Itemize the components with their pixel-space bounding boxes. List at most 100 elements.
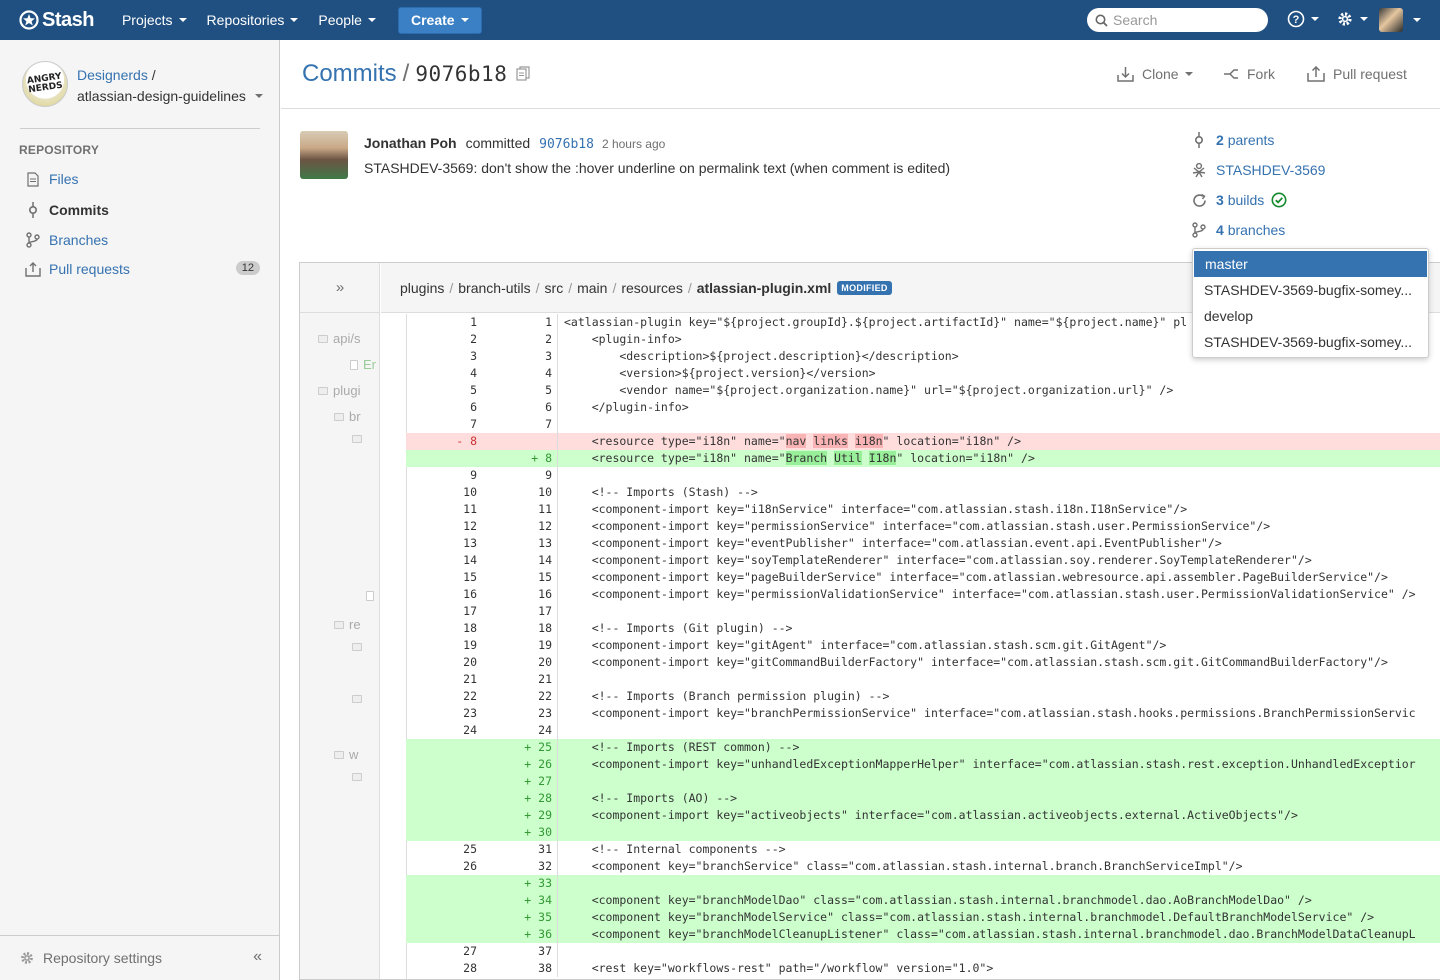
search-input[interactable]: Search bbox=[1087, 8, 1268, 32]
old-line-number[interactable]: 1 bbox=[406, 314, 477, 331]
old-line-number[interactable]: 22 bbox=[406, 688, 477, 705]
diff-line-context[interactable]: 66 </plugin-info> bbox=[406, 399, 1440, 416]
old-line-number[interactable]: 26 bbox=[406, 858, 477, 875]
new-line-number[interactable]: + 33 bbox=[482, 875, 552, 892]
old-line-number[interactable]: 9 bbox=[406, 467, 477, 484]
old-line-number[interactable]: 5 bbox=[406, 382, 477, 399]
diff-line-added[interactable]: + 28 <!-- Imports (AO) --> bbox=[406, 790, 1440, 807]
new-line-number[interactable]: + 27 bbox=[482, 773, 552, 790]
tree-folder[interactable] bbox=[352, 643, 367, 651]
diff-line-context[interactable]: 27 37 bbox=[406, 943, 1440, 960]
diff-line-context[interactable]: 23 23 <component-import key="branchPermis… bbox=[406, 705, 1440, 722]
diff-line-context[interactable]: 99 bbox=[406, 467, 1440, 484]
expand-file-tree-button[interactable]: » bbox=[300, 263, 380, 313]
new-line-number[interactable]: 37 bbox=[482, 943, 552, 960]
new-line-number[interactable]: + 30 bbox=[482, 824, 552, 841]
old-line-number[interactable]: 23 bbox=[406, 705, 477, 722]
old-line-number[interactable]: 2 bbox=[406, 331, 477, 348]
tree-folder-plugins[interactable]: plugi bbox=[318, 383, 360, 398]
author-name[interactable]: Jonathan Poh bbox=[364, 135, 457, 151]
new-line-number[interactable]: + 36 bbox=[482, 926, 552, 943]
nav-repositories[interactable]: Repositories bbox=[197, 0, 309, 40]
new-line-number[interactable]: 2 bbox=[482, 331, 552, 348]
diff-line-context[interactable]: 16 16 <component-import key="permissionVa… bbox=[406, 586, 1440, 603]
diff-line-context[interactable]: 22 22 <!-- Imports (Branch permission plu… bbox=[406, 688, 1440, 705]
old-line-number[interactable]: 17 bbox=[406, 603, 477, 620]
diff-line-added[interactable]: + 35 <component key="branchModelService"… bbox=[406, 909, 1440, 926]
jira-issue-link[interactable]: STASHDEV-3569 bbox=[1190, 160, 1430, 180]
copy-icon[interactable] bbox=[516, 60, 530, 88]
diff-line-context[interactable]: 18 18 <!-- Imports (Git plugin) --> bbox=[406, 620, 1440, 637]
builds-link[interactable]: 3 builds bbox=[1190, 190, 1430, 210]
new-line-number[interactable]: 11 bbox=[482, 501, 552, 518]
new-line-number[interactable]: 1 bbox=[482, 314, 552, 331]
diff-line-added[interactable]: + 25 <!-- Imports (REST common) --> bbox=[406, 739, 1440, 756]
sidebar-item-pull-requests[interactable]: Pull requests 12 bbox=[23, 258, 263, 280]
repository-selector[interactable]: atlassian-design-guidelines bbox=[77, 88, 263, 104]
new-line-number[interactable]: 9 bbox=[482, 467, 552, 484]
old-line-number[interactable]: 14 bbox=[406, 552, 477, 569]
old-line-number[interactable]: 15 bbox=[406, 569, 477, 586]
project-avatar[interactable]: ANGRY NERDS bbox=[22, 61, 68, 107]
diff-line-context[interactable]: 24 24 bbox=[406, 722, 1440, 739]
new-line-number[interactable]: 13 bbox=[482, 535, 552, 552]
diff-line-added[interactable]: + 36 <component key="branchModelCleanupL… bbox=[406, 926, 1440, 943]
diff-line-context[interactable]: 15 15 <component-import key="pageBuilderS… bbox=[406, 569, 1440, 586]
new-line-number[interactable]: 19 bbox=[482, 637, 552, 654]
diff-line-context[interactable]: 17 17 bbox=[406, 603, 1440, 620]
branch-option-master[interactable]: master bbox=[1194, 251, 1427, 277]
old-line-number[interactable]: 7 bbox=[406, 416, 477, 433]
diff-line-added[interactable]: + 8 <resource type="i18n" name="Branch U… bbox=[406, 450, 1440, 467]
new-line-number[interactable]: 24 bbox=[482, 722, 552, 739]
old-line-number[interactable]: 4 bbox=[406, 365, 477, 382]
diff-line-context[interactable]: 11 11 <component-import key="i18nService"… bbox=[406, 501, 1440, 518]
path-segment[interactable]: src bbox=[545, 280, 564, 296]
diff-line-context[interactable]: 14 14 <component-import key="soyTemplateR… bbox=[406, 552, 1440, 569]
tree-folder-web[interactable]: w bbox=[334, 747, 358, 762]
author-avatar[interactable] bbox=[300, 131, 348, 179]
new-line-number[interactable]: 16 bbox=[482, 586, 552, 603]
branch-option-develop[interactable]: develop bbox=[1193, 303, 1428, 329]
new-line-number[interactable]: 12 bbox=[482, 518, 552, 535]
new-line-number[interactable]: + 34 bbox=[482, 892, 552, 909]
new-line-number[interactable]: 3 bbox=[482, 348, 552, 365]
old-line-number[interactable]: 16 bbox=[406, 586, 477, 603]
diff-line-context[interactable]: 13 13 <component-import key="eventPublish… bbox=[406, 535, 1440, 552]
new-line-number[interactable]: + 25 bbox=[482, 739, 552, 756]
settings-menu[interactable] bbox=[1336, 10, 1368, 28]
diff-line-context[interactable]: 55 <vendor name="${project.organization.… bbox=[406, 382, 1440, 399]
diff-line-added[interactable]: + 26 <component-import key="unhandledExc… bbox=[406, 756, 1440, 773]
old-line-number[interactable]: 21 bbox=[406, 671, 477, 688]
old-line-number[interactable]: 19 bbox=[406, 637, 477, 654]
new-line-number[interactable]: 7 bbox=[482, 416, 552, 433]
old-line-number[interactable]: 25 bbox=[406, 841, 477, 858]
new-line-number[interactable]: 4 bbox=[482, 365, 552, 382]
tree-file[interactable] bbox=[366, 591, 379, 601]
old-line-number[interactable]: 3 bbox=[406, 348, 477, 365]
tree-folder[interactable] bbox=[352, 435, 367, 443]
diff-line-context[interactable]: 26 32 <component key="branchService" clas… bbox=[406, 858, 1440, 875]
commits-breadcrumb-link[interactable]: Commits bbox=[302, 60, 397, 88]
tree-folder[interactable] bbox=[352, 695, 367, 703]
new-line-number[interactable]: 5 bbox=[482, 382, 552, 399]
new-line-number[interactable]: + 29 bbox=[482, 807, 552, 824]
branch-option[interactable]: STASHDEV-3569-bugfix-somey... bbox=[1193, 277, 1428, 303]
diff-line-context[interactable]: 21 21 bbox=[406, 671, 1440, 688]
new-line-number[interactable]: 22 bbox=[482, 688, 552, 705]
repository-settings-link[interactable]: Repository settings « bbox=[0, 935, 279, 980]
diff-line-context[interactable]: 19 19 <component-import key="gitAgent" in… bbox=[406, 637, 1440, 654]
diff-line-added[interactable]: + 33 bbox=[406, 875, 1440, 892]
sidebar-item-files[interactable]: Files bbox=[23, 168, 263, 190]
new-line-number[interactable]: 17 bbox=[482, 603, 552, 620]
new-line-number[interactable]: 6 bbox=[482, 399, 552, 416]
old-line-number[interactable]: 20 bbox=[406, 654, 477, 671]
sidebar-item-commits[interactable]: Commits bbox=[23, 199, 263, 221]
tree-folder-resources[interactable]: re bbox=[334, 617, 361, 632]
old-line-number[interactable]: 24 bbox=[406, 722, 477, 739]
tree-folder-api[interactable]: api/s bbox=[318, 331, 360, 346]
tree-folder[interactable] bbox=[352, 773, 367, 781]
create-pull-request-button[interactable]: Pull request bbox=[1307, 66, 1407, 82]
old-line-number[interactable]: 12 bbox=[406, 518, 477, 535]
path-segment[interactable]: plugins bbox=[400, 280, 444, 296]
clone-button[interactable]: Clone bbox=[1117, 66, 1193, 82]
